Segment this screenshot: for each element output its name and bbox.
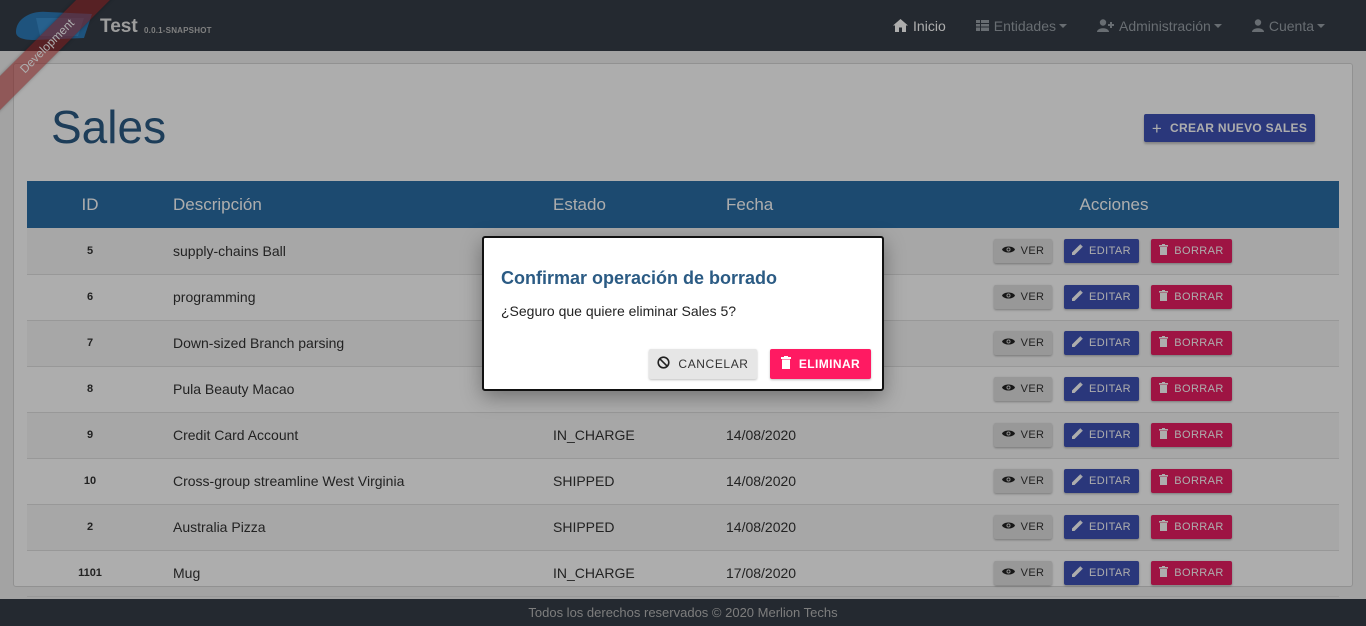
confirm-delete-label: ELIMINAR xyxy=(798,357,861,371)
ban-icon xyxy=(657,356,671,372)
dialog-message: ¿Seguro que quiere eliminar Sales 5? xyxy=(501,303,737,319)
cancel-button[interactable]: CANCELAR xyxy=(649,349,757,379)
confirm-delete-button[interactable]: ELIMINAR xyxy=(770,349,871,379)
trash-icon xyxy=(780,356,791,372)
dialog-title: Confirmar operación de borrado xyxy=(501,268,778,288)
cancel-label: CANCELAR xyxy=(678,357,749,371)
delete-confirm-dialog: Confirmar operación de borrado ¿Seguro q… xyxy=(482,236,884,391)
